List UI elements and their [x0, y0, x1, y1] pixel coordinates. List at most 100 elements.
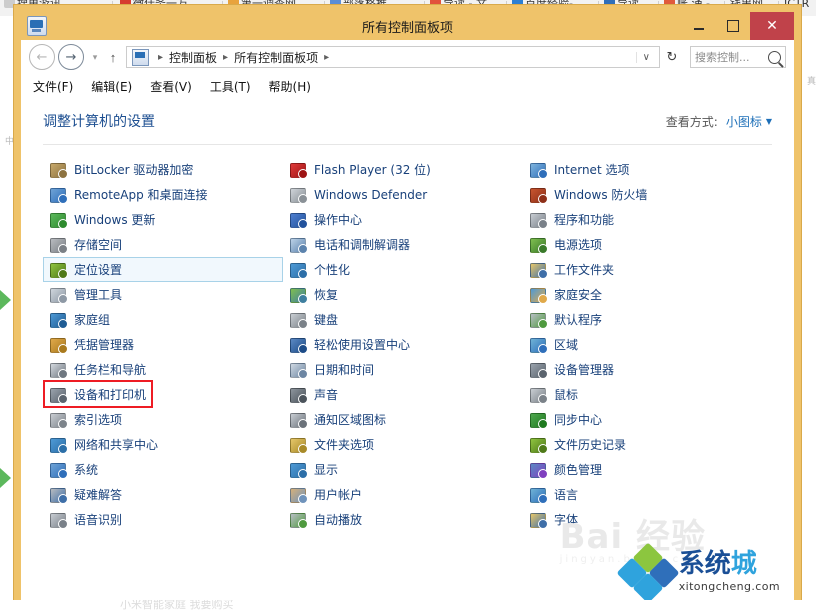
control-panel-item[interactable]: 区域 [523, 332, 763, 357]
control-panel-item-label: 文件夹选项 [314, 436, 374, 453]
control-panel-item[interactable]: 家庭组 [43, 307, 283, 332]
menu-help[interactable]: 帮助(H) [269, 78, 311, 95]
control-panel-item-label: 轻松使用设置中心 [314, 336, 410, 353]
window-titlebar[interactable]: 所有控制面板项 ✕ [21, 12, 794, 40]
control-panel-item[interactable]: 恢复 [283, 282, 523, 307]
control-panel-item[interactable]: Flash Player (32 位) [283, 157, 523, 182]
scroll-arrow-down-icon[interactable] [0, 468, 11, 488]
explorer-window: 所有控制面板项 ✕ ← → ▾ ↑ ▸ 控制面板 ▸ 所有控制面板项 ▸ ∨ [14, 5, 801, 600]
control-panel-item[interactable]: 凭据管理器 [43, 332, 283, 357]
control-panel-item[interactable]: 同步中心 [523, 407, 763, 432]
control-panel-item[interactable]: 任务栏和导航 [43, 357, 283, 382]
fonts-icon [529, 512, 547, 528]
address-bar[interactable]: ▸ 控制面板 ▸ 所有控制面板项 ▸ ∨ [126, 46, 660, 68]
devices-printers-icon [49, 387, 67, 403]
control-panel-item[interactable]: 语音识别 [43, 507, 283, 532]
control-panel-item[interactable]: 操作中心 [283, 207, 523, 232]
control-panel-item[interactable]: 键盘 [283, 307, 523, 332]
menu-tools[interactable]: 工具(T) [210, 78, 251, 95]
control-panel-item[interactable]: 网络和共享中心 [43, 432, 283, 457]
items-column-2: Flash Player (32 位) Windows Defender操作中心电… [283, 157, 523, 532]
control-panel-item[interactable]: Internet 选项 [523, 157, 763, 182]
up-button[interactable]: ↑ [103, 50, 123, 65]
control-panel-item-label: 个性化 [314, 261, 350, 278]
control-panel-item[interactable]: 用户帐户 [283, 482, 523, 507]
control-panel-item[interactable]: 声音 [283, 382, 523, 407]
control-panel-item-label: 设备和打印机 [74, 386, 146, 403]
control-panel-item[interactable]: 电源选项 [523, 232, 763, 257]
control-panel-item-label: 电源选项 [554, 236, 602, 253]
close-button[interactable]: ✕ [750, 12, 794, 40]
back-button[interactable]: ← [29, 44, 55, 70]
page-bottom-sliver: 小米智能家庭 我要购买 [0, 600, 816, 610]
action-center-icon [289, 212, 307, 228]
breadcrumb-separator-icon[interactable]: ▸ [319, 52, 334, 63]
control-panel-item-label: 设备管理器 [554, 361, 614, 378]
menu-file[interactable]: 文件(F) [33, 78, 73, 95]
control-panel-item[interactable]: 定位设置 [43, 257, 283, 282]
control-panel-item[interactable]: 显示 [283, 457, 523, 482]
control-panel-item[interactable]: 设备和打印机 [43, 382, 283, 407]
control-panel-item[interactable]: 电话和调制解调器 [283, 232, 523, 257]
control-panel-item[interactable]: Windows 防火墙 [523, 182, 763, 207]
control-panel-item[interactable]: 管理工具 [43, 282, 283, 307]
control-panel-item[interactable]: 文件历史记录 [523, 432, 763, 457]
storage-spaces-icon [49, 237, 67, 253]
xitongcheng-name: 系统城 [679, 551, 780, 577]
search-box[interactable]: 搜索控制... [690, 46, 786, 68]
address-history-chevron-icon[interactable]: ∨ [636, 52, 656, 63]
control-panel-item-label: Flash Player (32 位) [314, 161, 431, 178]
search-input[interactable]: 搜索控制... [695, 49, 768, 65]
control-panel-item[interactable]: Windows Defender [283, 182, 523, 207]
minimize-button[interactable] [682, 12, 716, 40]
control-panel-item[interactable]: 自动播放 [283, 507, 523, 532]
xitongcheng-url: xitongcheng.com [679, 580, 780, 593]
control-panel-item[interactable]: 索引选项 [43, 407, 283, 432]
sound-icon [289, 387, 307, 403]
breadcrumb-item-all-items[interactable]: 所有控制面板项 [233, 49, 319, 66]
menu-edit[interactable]: 编辑(E) [91, 78, 132, 95]
control-panel-item[interactable]: 疑难解答 [43, 482, 283, 507]
maximize-button[interactable] [716, 12, 750, 40]
xitongcheng-logo-icon [621, 547, 675, 597]
control-panel-item[interactable]: 文件夹选项 [283, 432, 523, 457]
control-panel-item[interactable]: 颜色管理 [523, 457, 763, 482]
forward-button[interactable]: → [58, 44, 84, 70]
color-management-icon [529, 462, 547, 478]
control-panel-item[interactable]: Windows 更新 [43, 207, 283, 232]
control-panel-item-label: 同步中心 [554, 411, 602, 428]
control-panel-item[interactable]: 家庭安全 [523, 282, 763, 307]
control-panel-item[interactable]: 系统 [43, 457, 283, 482]
control-panel-item[interactable]: 通知区域图标 [283, 407, 523, 432]
control-panel-item-label: Windows 防火墙 [554, 186, 647, 203]
control-panel-item-label: 日期和时间 [314, 361, 374, 378]
view-by-value[interactable]: 小图标 [726, 113, 762, 130]
control-panel-item[interactable]: 设备管理器 [523, 357, 763, 382]
control-panel-item[interactable]: 默认程序 [523, 307, 763, 332]
control-panel-item-label: 键盘 [314, 311, 338, 328]
control-panel-item-label: 存储空间 [74, 236, 122, 253]
file-history-icon [529, 437, 547, 453]
chevron-down-icon[interactable]: ▼ [766, 117, 772, 126]
control-panel-item[interactable]: 轻松使用设置中心 [283, 332, 523, 357]
scroll-arrow-up-icon[interactable] [0, 290, 11, 310]
items-column-1: BitLocker 驱动器加密RemoteApp 和桌面连接Windows 更新… [43, 157, 283, 532]
device-manager-icon [529, 362, 547, 378]
system-icon [49, 462, 67, 478]
control-panel-item[interactable]: 个性化 [283, 257, 523, 282]
control-panel-item[interactable]: 程序和功能 [523, 207, 763, 232]
control-panel-item[interactable]: 日期和时间 [283, 357, 523, 382]
control-panel-item[interactable]: 工作文件夹 [523, 257, 763, 282]
menu-view[interactable]: 查看(V) [150, 78, 192, 95]
control-panel-item[interactable]: 鼠标 [523, 382, 763, 407]
recent-locations-icon[interactable]: ▾ [87, 52, 103, 63]
sync-center-icon [529, 412, 547, 428]
region-icon [529, 337, 547, 353]
refresh-button[interactable]: ↻ [660, 49, 684, 65]
breadcrumb-item-control-panel[interactable]: 控制面板 [168, 49, 218, 66]
control-panel-item[interactable]: 存储空间 [43, 232, 283, 257]
control-panel-item[interactable]: BitLocker 驱动器加密 [43, 157, 283, 182]
control-panel-item[interactable]: RemoteApp 和桌面连接 [43, 182, 283, 207]
control-panel-item[interactable]: 语言 [523, 482, 763, 507]
view-by-control[interactable]: 查看方式: 小图标 ▼ [666, 113, 772, 130]
